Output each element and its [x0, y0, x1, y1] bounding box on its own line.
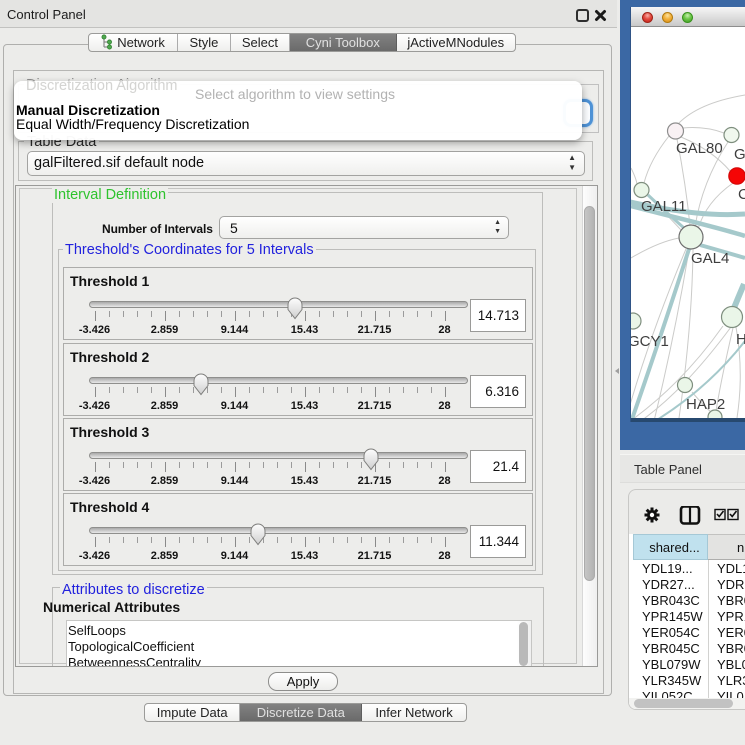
svg-text:GA: GA — [734, 146, 745, 163]
svg-text:GAL4: GAL4 — [691, 250, 729, 267]
svg-text:GCY1: GCY1 — [631, 333, 669, 350]
svg-text:GAL11: GAL11 — [641, 198, 687, 215]
svg-text:HAP2: HAP2 — [686, 396, 725, 413]
svg-text:GAL80: GAL80 — [676, 140, 723, 157]
svg-text:H: H — [736, 331, 745, 348]
svg-text:C: C — [738, 186, 745, 203]
